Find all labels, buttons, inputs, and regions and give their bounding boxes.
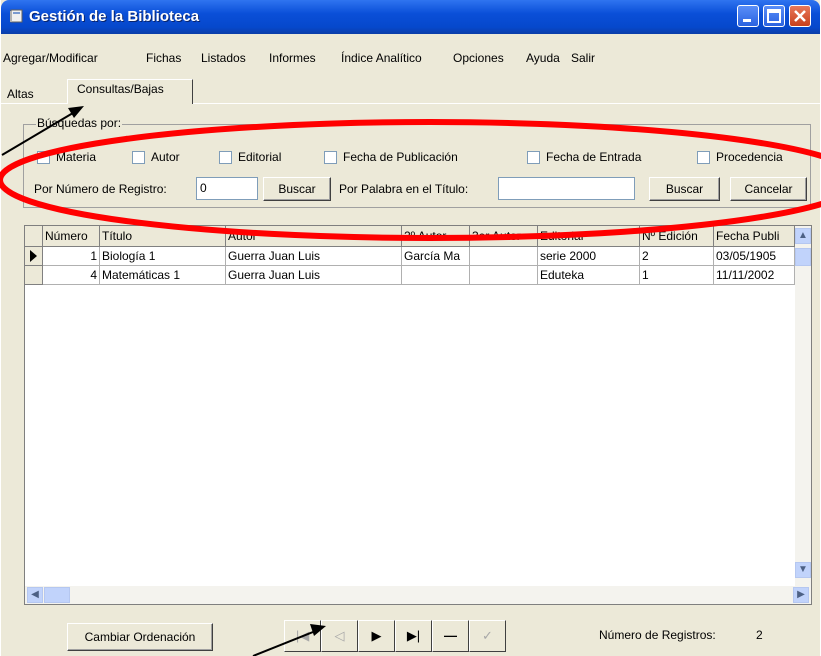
scroll-up-arrow-icon[interactable]: ▲ <box>795 228 811 244</box>
checkbox-box <box>697 151 710 164</box>
post-record-icon: ✓ <box>482 628 493 643</box>
checkbox-label: Fecha de Publicación <box>343 150 458 164</box>
cell-numero: 1 <box>43 247 100 266</box>
cell-titulo: Matemáticas 1 <box>100 266 226 285</box>
cell-numero: 4 <box>43 266 100 285</box>
cancelar-button[interactable]: Cancelar <box>730 177 807 201</box>
header-titulo[interactable]: Título <box>100 226 226 246</box>
menu-salir[interactable]: Salir <box>571 51 595 65</box>
checkbox-label: Materia <box>56 150 97 164</box>
registros-label: Número de Registros: <box>599 628 716 642</box>
registro-input[interactable]: 0 <box>196 177 258 200</box>
cell-edicion: 2 <box>640 247 714 266</box>
results-grid[interactable]: Número Título Autor 2º Autor 3er Autor E… <box>24 225 812 605</box>
header-edicion[interactable]: Nº Edición <box>640 226 714 246</box>
first-record-icon: |◀ <box>295 628 310 643</box>
cell-2-autor: García Ma <box>402 247 470 266</box>
vertical-scrollbar[interactable]: ▲ ▼ <box>795 226 811 586</box>
checkbox-label: Editorial <box>238 150 282 164</box>
cell-3er-autor <box>470 247 538 266</box>
menu-listados[interactable]: Listados <box>201 51 246 65</box>
header-3er-autor[interactable]: 3er Autor <box>470 226 538 246</box>
scroll-right-arrow-icon[interactable]: ▶ <box>793 587 809 603</box>
header-autor[interactable]: Autor <box>226 226 402 246</box>
registro-label: Por Número de Registro: <box>34 182 167 196</box>
cell-editorial: serie 2000 <box>538 247 640 266</box>
maximize-icon <box>767 9 781 23</box>
buscar-palabra-button[interactable]: Buscar <box>649 177 720 201</box>
delete-record-icon: — <box>444 628 457 643</box>
last-record-icon: ▶| <box>406 628 421 643</box>
checkbox-label: Procedencia <box>716 150 783 164</box>
cell-autor: Guerra Juan Luis <box>226 247 402 266</box>
palabra-input[interactable] <box>498 177 635 200</box>
cell-fecha: 03/05/1905 <box>714 247 795 266</box>
minimize-icon <box>743 19 751 22</box>
nav-first-button[interactable]: |◀ <box>284 620 321 652</box>
menu-indice[interactable]: Índice Analítico <box>341 51 422 65</box>
next-record-icon: ▶ <box>371 628 382 643</box>
nav-delete-button[interactable]: — <box>432 620 469 652</box>
buscar-registro-button[interactable]: Buscar <box>263 177 331 201</box>
header-indicator <box>25 226 43 246</box>
tab-altas[interactable]: Altas <box>7 87 34 101</box>
row-indicator <box>25 266 43 285</box>
maximize-button[interactable] <box>763 5 785 27</box>
scroll-thumb[interactable] <box>795 248 811 266</box>
checkbox-box <box>132 151 145 164</box>
checkbox-box <box>219 151 232 164</box>
nav-last-button[interactable]: ▶| <box>395 620 432 652</box>
cell-2-autor <box>402 266 470 285</box>
minimize-button[interactable] <box>737 5 759 27</box>
hscroll-thumb[interactable] <box>44 587 70 603</box>
cell-titulo: Biología 1 <box>100 247 226 266</box>
checkbox-label: Autor <box>151 150 180 164</box>
menu-informes[interactable]: Informes <box>269 51 316 65</box>
palabra-label: Por Palabra en el Título: <box>339 182 469 196</box>
cell-fecha: 11/11/2002 <box>714 266 795 285</box>
close-button[interactable] <box>789 5 811 27</box>
cell-3er-autor <box>470 266 538 285</box>
cell-autor: Guerra Juan Luis <box>226 266 402 285</box>
scroll-down-arrow-icon[interactable]: ▼ <box>795 562 811 578</box>
menu-agregar[interactable]: Agregar/Modificar <box>3 51 98 65</box>
registros-count: 2 <box>756 628 763 642</box>
nav-prior-button[interactable]: ◁ <box>321 620 358 652</box>
row-indicator <box>25 247 43 266</box>
header-fecha-publi[interactable]: Fecha Publi <box>714 226 795 246</box>
window-title: Gestión de la Biblioteca <box>29 8 200 25</box>
menu-fichas[interactable]: Fichas <box>146 51 181 65</box>
cell-edicion: 1 <box>640 266 714 285</box>
grid-header: Número Título Autor 2º Autor 3er Autor E… <box>25 226 795 247</box>
cambiar-ordenacion-button[interactable]: Cambiar Ordenación <box>67 623 213 651</box>
table-row[interactable]: 4 Matemáticas 1 Guerra Juan Luis Eduteka… <box>25 266 795 285</box>
tab-consultas-label: Consultas/Bajas <box>77 82 164 96</box>
cell-editorial: Eduteka <box>538 266 640 285</box>
checkbox-label: Fecha de Entrada <box>546 150 642 164</box>
header-2-autor[interactable]: 2º Autor <box>402 226 470 246</box>
nav-post-button[interactable]: ✓ <box>469 620 506 652</box>
scroll-left-arrow-icon[interactable]: ◀ <box>27 587 43 603</box>
checkbox-box <box>37 151 50 164</box>
header-editorial[interactable]: Editorial <box>538 226 640 246</box>
search-legend: Búsquedas por: <box>36 116 123 130</box>
app-window: Gestión de la Biblioteca Agregar/Modific… <box>1 0 820 656</box>
header-numero[interactable]: Número <box>43 226 100 246</box>
tab-consultas-bajas[interactable]: Consultas/Bajas <box>67 79 193 104</box>
horizontal-scrollbar[interactable]: ◀ ▶ <box>25 586 811 604</box>
menu-bar: Agregar/Modificar Fichas Listados Inform… <box>1 49 820 69</box>
menu-ayuda[interactable]: Ayuda <box>526 51 560 65</box>
close-icon <box>794 10 806 22</box>
current-row-icon <box>30 250 37 262</box>
menu-opciones[interactable]: Opciones <box>453 51 504 65</box>
title-bar[interactable]: Gestión de la Biblioteca <box>1 0 820 34</box>
prior-record-icon: ◁ <box>334 628 345 643</box>
checkbox-box <box>324 151 337 164</box>
book-icon <box>10 9 23 23</box>
table-row[interactable]: 1 Biología 1 Guerra Juan Luis García Ma … <box>25 247 795 266</box>
checkbox-box <box>527 151 540 164</box>
nav-next-button[interactable]: ▶ <box>358 620 395 652</box>
